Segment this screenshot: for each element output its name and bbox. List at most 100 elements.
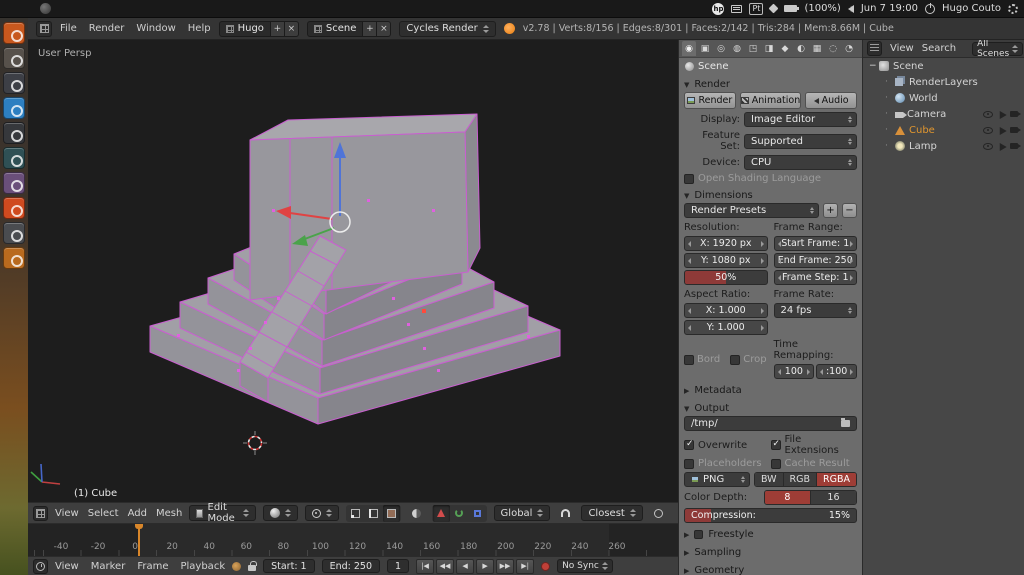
menu-item[interactable]: File [60,23,77,34]
menu-item[interactable]: Marker [91,561,126,572]
add-screen-button[interactable]: + [270,20,285,37]
panel-header-geometry[interactable]: Geometry [679,562,862,575]
rgb-button[interactable]: RGB [783,473,818,486]
panel-header-metadata[interactable]: Metadata [679,382,862,398]
remap-old-field[interactable]: 100 [773,364,815,379]
depth-8-button[interactable]: 8 [764,491,811,504]
end-frame-field[interactable]: End Frame: 250 [773,253,857,268]
device-select[interactable]: CPU [744,155,857,170]
menu-item[interactable]: Window [136,23,175,34]
face-select-button[interactable] [382,504,400,522]
dash-home-icon[interactable] [3,22,25,44]
app-icon[interactable] [40,3,51,14]
output-path-field[interactable]: /tmp/ [684,416,857,431]
prev-keyframe-button[interactable]: ◀◀ [436,558,455,574]
selectability-cursor-icon[interactable] [996,140,1007,152]
visibility-eye-icon[interactable] [983,110,993,118]
object-tab[interactable]: ◳ [746,41,760,56]
media-app-icon[interactable] [3,147,25,169]
file-format-select[interactable]: PNG [684,472,750,487]
menu-item[interactable]: Frame [137,561,168,572]
panel-header-freestyle[interactable]: Freestyle [679,526,862,542]
disclosure-icon[interactable] [885,126,894,135]
render-presets-select[interactable]: Render Presets [684,203,819,218]
panel-header-dimensions[interactable]: Dimensions [679,187,862,203]
jump-to-start-button[interactable]: |◀ [416,558,435,574]
current-frame-marker[interactable] [135,524,143,556]
world-tab[interactable]: ◍ [730,41,744,56]
jump-to-end-button[interactable]: ▶| [516,558,535,574]
screen-layout-selector[interactable]: Hugo [218,20,271,37]
disclosure-icon[interactable] [885,94,894,103]
disclosure-icon[interactable] [885,78,894,87]
preview-range-icon[interactable] [232,561,242,571]
menu-item[interactable]: Playback [180,561,225,572]
outliner-row[interactable]: RenderLayers [863,74,1024,90]
aspect-x-field[interactable]: X: 1.000 [684,303,768,318]
cache-result-checkbox[interactable] [770,458,781,469]
renderability-camera-icon[interactable] [1010,143,1021,149]
text-editor-icon[interactable] [3,172,25,194]
files-icon[interactable] [3,47,25,69]
orientation-select[interactable]: Global [493,505,551,521]
photos-app-icon[interactable] [3,97,25,119]
translate-manipulator-button[interactable] [432,504,450,522]
border-checkbox[interactable] [684,354,694,365]
feature-set-select[interactable]: Supported [744,133,857,149]
scene-selector[interactable]: Scene [306,20,364,37]
bw-button[interactable]: BW [754,473,784,486]
menu-item[interactable]: Search [922,43,956,54]
volume-icon[interactable] [847,4,854,13]
aspect-y-field[interactable]: Y: 1.000 [684,320,768,335]
render-audio-button[interactable]: Audio [805,92,857,109]
session-user[interactable]: Hugo Couto [942,3,1001,14]
visibility-eye-icon[interactable] [983,126,993,134]
menu-item[interactable]: View [890,43,914,54]
panel-header-render[interactable]: Render [679,76,862,92]
display-select[interactable]: Image Editor [744,112,857,127]
resolution-percent-slider[interactable]: 50% [684,270,768,285]
next-keyframe-button[interactable]: ▶▶ [496,558,515,574]
outliner-row[interactable]: World [863,90,1024,106]
snap-target-select[interactable]: Closest [581,505,643,521]
material-tab[interactable]: ◐ [794,41,808,56]
resolution-x-field[interactable]: X: 1920 px [684,236,768,251]
disclosure-icon[interactable] [869,62,878,71]
render-button[interactable]: Render [684,92,736,109]
rotate-manipulator-button[interactable] [451,505,468,522]
osl-checkbox[interactable] [684,173,694,184]
add-preset-button[interactable]: + [823,203,838,218]
snap-magnet-toggle[interactable] [557,505,574,522]
editor-type-icon[interactable] [33,558,48,574]
placeholders-checkbox[interactable] [684,458,694,469]
close-screen-button[interactable]: × [284,20,299,37]
bluetooth-icon[interactable] [768,3,779,14]
editor-type-icon[interactable] [867,41,882,56]
edge-select-button[interactable] [365,505,382,522]
file-extensions-checkbox[interactable] [770,439,781,450]
renderability-camera-icon[interactable] [1010,127,1021,133]
disclosure-icon[interactable] [885,110,894,119]
depth-16-button[interactable]: 16 [810,491,856,504]
timeline-ruler[interactable]: -40 -20 0 20 40 60 80 100 120 140 160 180 200 220 240 2… [28,524,678,556]
end-frame-field[interactable]: End: 250 [321,559,381,573]
physics-tab[interactable]: ◔ [842,41,856,56]
scale-manipulator-button[interactable] [469,505,486,522]
keyboard-icon[interactable] [731,4,743,13]
current-frame-field[interactable]: 1 [387,559,410,573]
render-engine-select[interactable]: Cycles Render [399,20,496,37]
particles-tab[interactable]: ◌ [826,41,840,56]
texture-tab[interactable]: ▦ [810,41,824,56]
outliner-filter-select[interactable]: All Scenes [972,39,1024,59]
mode-select[interactable]: Edit Mode [189,502,256,524]
menu-item[interactable]: Select [88,508,119,519]
hp-logo-icon[interactable]: hp [712,2,725,15]
render-layers-tab[interactable]: ▣ [698,41,712,56]
visibility-eye-icon[interactable] [983,142,993,150]
close-scene-button[interactable]: × [377,20,392,37]
crop-checkbox[interactable] [730,354,741,365]
render-animation-button[interactable]: Animation [739,92,802,109]
render-tab[interactable]: ◉ [682,41,696,56]
menu-item[interactable]: Help [188,23,211,34]
compression-slider[interactable]: Compression: 15% [684,508,857,523]
